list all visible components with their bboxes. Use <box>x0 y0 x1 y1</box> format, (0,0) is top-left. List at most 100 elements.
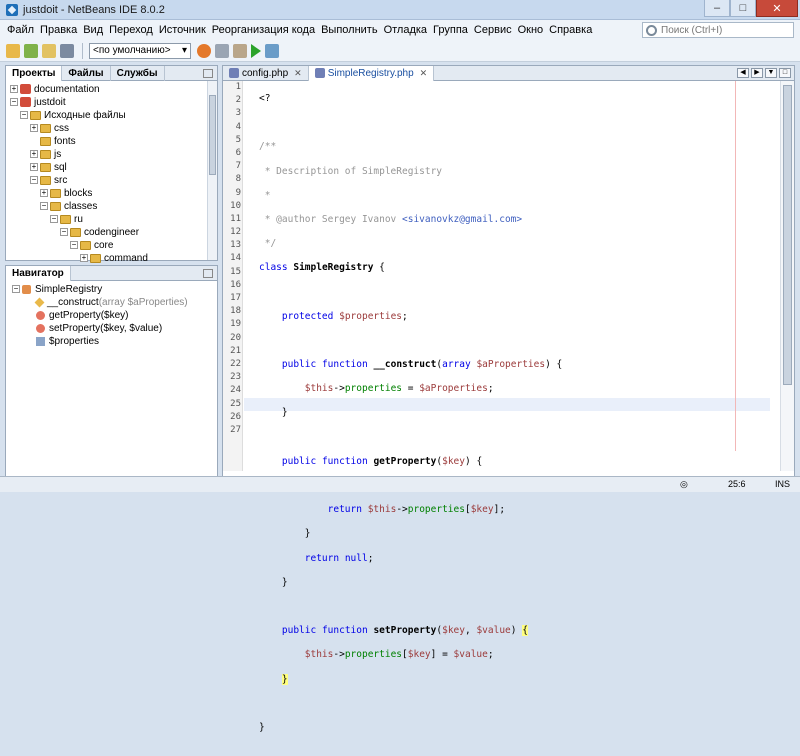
tree-node[interactable]: + js <box>6 148 217 161</box>
menu-source[interactable]: Источник <box>156 24 209 36</box>
expand-icon[interactable]: + <box>30 124 38 132</box>
minimize-panel-icon[interactable] <box>203 69 213 78</box>
notifications-icon[interactable]: ◎ <box>680 479 688 490</box>
code-line: } <box>259 673 769 686</box>
editor-scrollbar[interactable] <box>780 81 794 471</box>
line-number: 12 <box>223 226 241 239</box>
save-all-icon[interactable] <box>60 44 74 58</box>
search-input[interactable]: Поиск (Ctrl+I) <box>642 22 794 38</box>
debug-icon[interactable] <box>265 44 279 58</box>
expand-icon[interactable]: + <box>10 85 18 93</box>
tree-node[interactable]: −classes <box>6 200 217 213</box>
tree-node-label: documentation <box>34 84 100 95</box>
menu-debug[interactable]: Отладка <box>381 24 430 36</box>
tab-navigator[interactable]: Навигатор <box>6 266 71 281</box>
menu-refactor[interactable]: Реорганизация кода <box>209 24 318 36</box>
tree-node[interactable]: − justdoit <box>6 96 217 109</box>
configuration-select[interactable]: <по умолчанию> ▾ <box>89 43 191 59</box>
tree-node[interactable]: + css <box>6 122 217 135</box>
menu-help[interactable]: Справка <box>546 24 595 36</box>
expand-icon[interactable]: + <box>30 150 38 158</box>
line-number: 22 <box>223 358 241 371</box>
tree-node[interactable]: +sql <box>6 161 217 174</box>
line-number: 9 <box>223 187 241 200</box>
new-project-icon[interactable] <box>24 44 38 58</box>
folder-icon <box>30 111 41 120</box>
line-number: 25 <box>223 398 241 411</box>
code-line: protected $properties; <box>259 310 769 323</box>
collapse-icon[interactable]: − <box>70 241 78 249</box>
maximize-editor-button[interactable]: □ <box>779 68 791 78</box>
collapse-icon[interactable]: − <box>30 176 38 184</box>
tree-node-label: js <box>54 149 61 160</box>
tree-node-label: justdoit <box>34 97 66 108</box>
open-project-icon[interactable] <box>42 44 56 58</box>
folder-icon <box>50 202 61 211</box>
tab-services[interactable]: Службы <box>111 66 165 81</box>
tree-node-label: css <box>54 123 69 134</box>
tree-node[interactable]: −core <box>6 239 217 252</box>
tree-node[interactable]: +command <box>6 252 217 265</box>
scroll-right-button[interactable]: ▶ <box>751 68 763 78</box>
scroll-thumb[interactable] <box>209 95 216 175</box>
projects-scrollbar[interactable] <box>207 81 217 260</box>
menu-file[interactable]: Файл <box>4 24 37 36</box>
tree-node[interactable]: −Исходные файлы <box>6 109 217 122</box>
line-number: 2 <box>223 94 241 107</box>
build-icon[interactable] <box>233 44 247 58</box>
menu-view[interactable]: Вид <box>80 24 106 36</box>
navigator-item[interactable]: __construct(array $aProperties) <box>6 296 217 309</box>
minimize-button[interactable]: – <box>704 0 730 17</box>
menu-run[interactable]: Выполнить <box>318 24 380 36</box>
close-tab-icon[interactable]: ✕ <box>294 66 302 81</box>
scroll-thumb[interactable] <box>783 85 792 385</box>
expand-icon[interactable]: + <box>40 189 48 197</box>
minimize-panel-icon[interactable] <box>203 269 213 278</box>
tab-config-php[interactable]: config.php ✕ <box>223 66 309 81</box>
run-icon[interactable] <box>251 44 261 58</box>
new-file-icon[interactable] <box>6 44 20 58</box>
tree-node[interactable]: +blocks <box>6 187 217 200</box>
tree-node[interactable]: + documentation <box>6 83 217 96</box>
line-number: 10 <box>223 200 241 213</box>
navigator-item[interactable]: setProperty($key, $value) <box>6 322 217 335</box>
menu-navigate[interactable]: Переход <box>106 24 156 36</box>
maximize-button[interactable]: □ <box>730 0 756 17</box>
navigator-item[interactable]: getProperty($key) <box>6 309 217 322</box>
configuration-value: <по умолчанию> <box>93 45 171 56</box>
collapse-icon[interactable]: − <box>12 285 20 293</box>
menu-edit[interactable]: Правка <box>37 24 80 36</box>
navigator-panel: Навигатор −SimpleRegistry__construct(arr… <box>5 265 218 485</box>
tree-node[interactable]: fonts <box>6 135 217 148</box>
clean-build-icon[interactable] <box>215 44 229 58</box>
menu-window[interactable]: Окно <box>515 24 547 36</box>
code-line: return null; <box>259 552 769 565</box>
collapse-icon[interactable]: − <box>20 111 28 119</box>
expand-icon[interactable]: + <box>30 163 38 171</box>
collapse-icon[interactable]: − <box>50 215 58 223</box>
collapse-icon[interactable]: − <box>40 202 48 210</box>
tree-node[interactable]: −src <box>6 174 217 187</box>
close-button[interactable]: ✕ <box>756 0 798 17</box>
tab-files[interactable]: Файлы <box>62 66 110 81</box>
collapse-icon[interactable]: − <box>10 98 18 106</box>
tab-projects[interactable]: Проекты <box>6 66 62 81</box>
show-opened-documents-button[interactable]: ▼ <box>765 68 777 78</box>
browser-icon[interactable] <box>197 44 211 58</box>
code-line: * Description of SimpleRegistry <box>259 165 769 178</box>
tab-simpleregistry-php[interactable]: SimpleRegistry.php ✕ <box>309 66 435 81</box>
menu-tools[interactable]: Сервис <box>471 24 515 36</box>
code-area[interactable]: <? /** * Description of SimpleRegistry *… <box>259 81 769 756</box>
collapse-icon[interactable]: − <box>60 228 68 236</box>
tree-node[interactable]: −ru <box>6 213 217 226</box>
navigator-item-label: $properties <box>49 336 99 347</box>
expand-icon[interactable]: + <box>80 254 88 262</box>
left-pane: Проекты Файлы Службы +documentation−just… <box>5 65 218 485</box>
scroll-left-button[interactable]: ◀ <box>737 68 749 78</box>
tree-node[interactable]: −codengineer <box>6 226 217 239</box>
menu-team[interactable]: Группа <box>430 24 471 36</box>
close-tab-icon[interactable]: ✕ <box>420 66 428 81</box>
navigator-item[interactable]: −SimpleRegistry <box>6 283 217 296</box>
line-number: 21 <box>223 345 241 358</box>
navigator-item[interactable]: $properties <box>6 335 217 348</box>
